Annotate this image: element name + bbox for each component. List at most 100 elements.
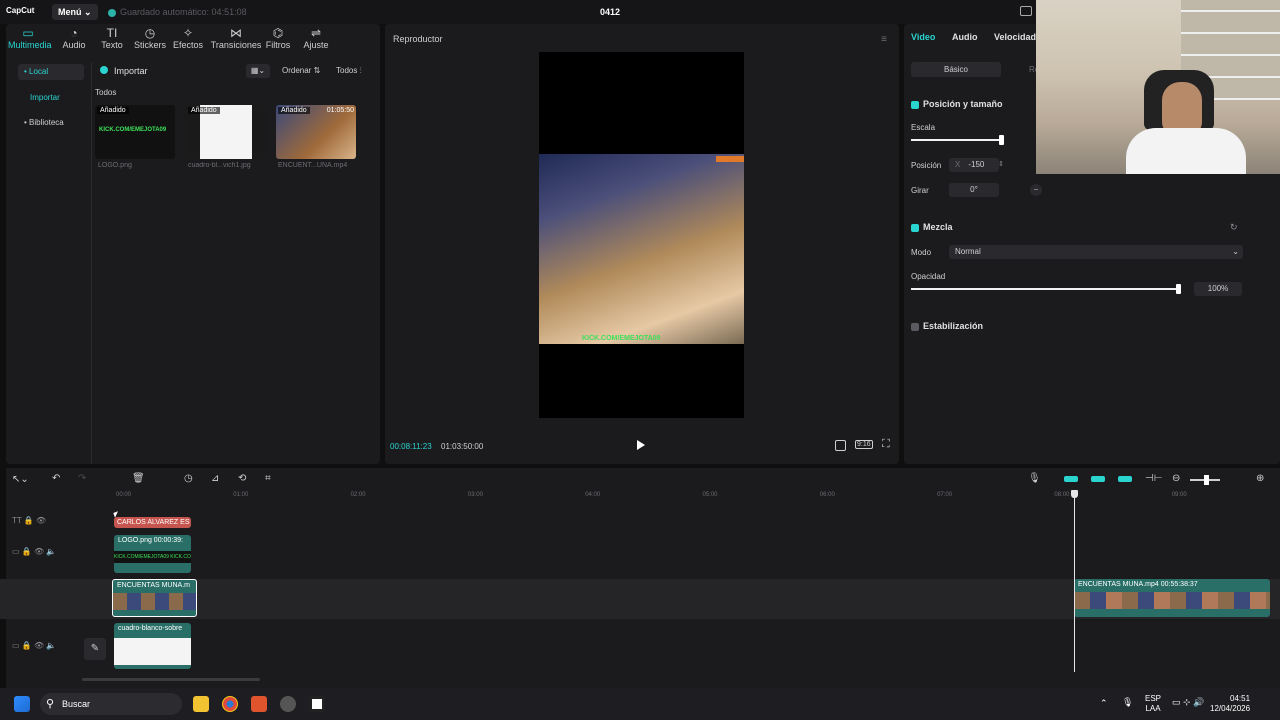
opacity-slider-track[interactable] xyxy=(911,288,1181,290)
fit-screen-icon[interactable] xyxy=(835,440,846,451)
tab-multimedia[interactable]: ▭ Multimedia xyxy=(8,26,52,50)
logo-track-icon: ▭ 🔒 👁 🔈 xyxy=(12,547,57,556)
tab-texto[interactable]: TI Texto xyxy=(92,26,132,50)
sort-button[interactable]: Ordenar ⇅ xyxy=(278,64,324,78)
tab-velocidad[interactable]: Velocidad xyxy=(994,32,1036,42)
ruler-tick: 06:00 xyxy=(819,492,835,498)
import-button[interactable]: Importar xyxy=(100,66,148,76)
tab-video[interactable]: Video xyxy=(911,32,935,42)
texto-icon: TI xyxy=(106,26,118,40)
tab-stickers[interactable]: ◷ Stickers xyxy=(130,26,170,50)
network-icon[interactable]: ▭ ⊹ 🔊 xyxy=(1172,697,1204,708)
x-value: -150 xyxy=(968,160,985,169)
zoom-knob[interactable] xyxy=(1204,475,1209,485)
microphone-tray-icon[interactable]: 🎙 xyxy=(1122,697,1133,708)
blend-mode-select[interactable]: Normal ⌄ xyxy=(949,245,1243,259)
menu-button[interactable]: Menú ⌄ xyxy=(52,4,98,20)
video-duration: 01:05:50 xyxy=(326,107,354,114)
select-tool-icon[interactable]: ↖⌄ xyxy=(12,474,29,485)
clip-label: ENCUENTAS MUNA.mp4 00:55:38:37 xyxy=(1078,581,1198,588)
text-clip[interactable]: CARLOS ALVAREZ ES xyxy=(114,517,191,528)
link-icon[interactable] xyxy=(1091,476,1105,482)
zoom-in-icon[interactable]: ⊕ xyxy=(1256,473,1264,484)
tab-transiciones[interactable]: ⋈ Transiciones xyxy=(210,26,262,50)
mirror-icon[interactable]: ⊿ xyxy=(211,473,219,484)
logo-preview-text: KICK.COM/EMEJOTA09 xyxy=(99,127,167,133)
zoom-out-icon[interactable]: ⊖ xyxy=(1172,473,1180,484)
app-logo: CapCut xyxy=(6,6,35,15)
ruler-tick: 02:00 xyxy=(350,492,366,498)
tab-filtros[interactable]: ⌬ Filtros xyxy=(258,26,298,50)
main-video-clip-1[interactable]: ENCUENTAS MUNA.m xyxy=(112,579,197,617)
rotate-icon[interactable]: ⟲ xyxy=(238,473,246,484)
brave-icon[interactable] xyxy=(251,696,267,712)
opacity-slider-knob[interactable] xyxy=(1176,284,1181,294)
magnet-icon[interactable] xyxy=(1064,476,1078,482)
x-label: X xyxy=(955,160,961,169)
playhead-handle[interactable] xyxy=(1071,490,1078,498)
player-menu-icon[interactable]: ≡ xyxy=(881,34,887,45)
project-name[interactable]: 0412 xyxy=(600,7,620,17)
import-icon xyxy=(100,66,108,74)
clip-thumbnails xyxy=(114,638,191,665)
play-icon[interactable] xyxy=(637,440,645,450)
scale-slider-track[interactable] xyxy=(911,139,1001,141)
sidebar-item-local[interactable]: • Local xyxy=(18,64,84,80)
rotate-dial-icon[interactable]: – xyxy=(1030,184,1042,196)
undo-icon[interactable]: ↶ xyxy=(52,473,60,484)
clock[interactable]: 04:51 12/04/2026 xyxy=(1210,694,1250,714)
microphone-icon[interactable]: 🎙 xyxy=(1028,473,1041,484)
position-size-section[interactable]: Posición y tamaño xyxy=(911,99,1003,109)
scale-slider-knob[interactable] xyxy=(999,135,1004,145)
aspect-ratio-button[interactable]: 9:16 xyxy=(855,440,873,449)
crop-icon[interactable]: ⌗ xyxy=(265,473,271,484)
main-video-clip-2[interactable]: ENCUENTAS MUNA.mp4 00:55:38:37 xyxy=(1074,579,1270,617)
filter-button[interactable]: Todos ⫶ xyxy=(332,64,366,78)
edit-cover-icon[interactable]: ✎ xyxy=(84,638,106,660)
playhead[interactable] xyxy=(1074,490,1075,672)
sidebar-item-importar[interactable]: Importar xyxy=(18,90,84,106)
chevron-up-icon[interactable]: ⌃ xyxy=(1100,698,1108,709)
redo-icon[interactable]: ↷ xyxy=(78,473,86,484)
tab-ajuste[interactable]: ⇌ Ajuste xyxy=(296,26,336,50)
language-indicator[interactable]: ESP LAA xyxy=(1145,694,1161,714)
tab-efectos[interactable]: ✧ Efectos xyxy=(168,26,208,50)
logo-clip[interactable]: LOGO.png 00:00:39: KICK.COM/EMEJOTA09 KI… xyxy=(114,535,191,573)
horizontal-scrollbar[interactable] xyxy=(82,678,260,681)
reset-icon[interactable]: ↻ xyxy=(1230,222,1238,233)
rotate-input[interactable]: 0° xyxy=(949,183,999,197)
split-icon[interactable]: ⊣⊢ xyxy=(1145,473,1162,484)
speed-icon[interactable]: ◷ xyxy=(184,473,193,484)
media-item-video[interactable]: Añadido 01:05:50 xyxy=(276,105,356,159)
app-icon[interactable] xyxy=(280,696,296,712)
media-panel: ▭ Multimedia ◔ Audio TI Texto ◷ Stickers ✧ Efecto… xyxy=(6,24,380,464)
tab-audio[interactable]: ◔ Audio xyxy=(54,26,94,50)
video-canvas[interactable]: KICK.COM/EMEJOTA09 xyxy=(539,52,744,418)
sidebar-item-biblioteca[interactable]: • Biblioteca xyxy=(18,115,84,131)
blend-section[interactable]: Mezcla xyxy=(911,222,953,232)
chrome-icon[interactable] xyxy=(222,696,238,712)
section-label: Todos xyxy=(95,88,117,97)
windows-start-icon[interactable] xyxy=(14,696,30,712)
capcut-icon[interactable] xyxy=(309,696,325,712)
stabilization-section[interactable]: Estabilización xyxy=(911,321,983,331)
stepper-icon[interactable]: ⇕ xyxy=(998,160,1004,168)
blend-mode-value: Normal xyxy=(955,247,981,256)
white-image-clip[interactable]: cuadro-blanco-sobre xyxy=(114,623,191,669)
ruler-tick: 08:00 xyxy=(1054,492,1070,498)
file-explorer-icon[interactable] xyxy=(193,696,209,712)
opacity-input[interactable]: 100% xyxy=(1194,282,1242,296)
subtab-basico[interactable]: Básico xyxy=(911,62,1001,77)
grid-view-icon[interactable]: ▦⌄ xyxy=(246,64,270,78)
preview-axis-icon[interactable] xyxy=(1118,476,1132,482)
delete-icon[interactable]: 🗑 xyxy=(132,473,145,484)
tab-label: Multimedia xyxy=(8,40,52,50)
fullscreen-icon[interactable]: ⛶ xyxy=(882,438,890,451)
media-item-white[interactable]: Añadido xyxy=(186,105,266,159)
search-box[interactable]: ⚲ Buscar xyxy=(40,693,182,715)
position-x-input[interactable]: X -150 xyxy=(949,158,999,172)
tab-audio[interactable]: Audio xyxy=(952,32,978,42)
search-label: Buscar xyxy=(62,699,91,709)
layout-icon[interactable] xyxy=(1020,6,1032,16)
media-item-logo[interactable]: Añadido KICK.COM/EMEJOTA09 xyxy=(95,105,175,159)
